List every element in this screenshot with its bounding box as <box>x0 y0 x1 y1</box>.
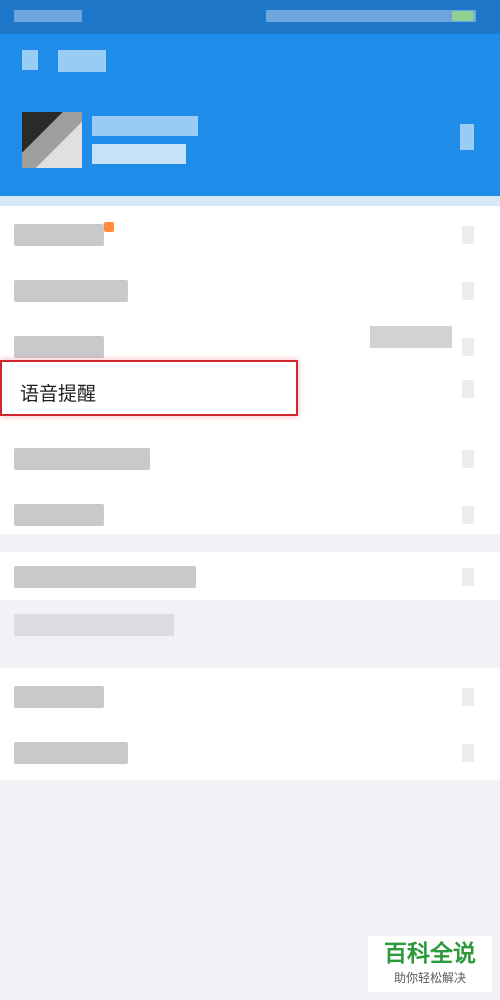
avatar[interactable] <box>22 112 82 168</box>
header-title-blurred <box>58 50 106 72</box>
chevron-right-icon <box>462 226 474 244</box>
settings-item[interactable] <box>0 724 500 780</box>
header-divider <box>0 196 500 206</box>
item-label-blurred <box>14 448 150 470</box>
chevron-right-icon <box>462 282 474 300</box>
item-label-blurred <box>14 686 104 708</box>
notification-dot <box>104 222 114 232</box>
settings-item[interactable] <box>0 668 500 724</box>
settings-item[interactable] <box>0 262 500 318</box>
battery-icon <box>452 11 474 21</box>
chevron-right-icon <box>462 688 474 706</box>
item-label-blurred <box>14 336 104 358</box>
profile-name-blurred <box>92 116 198 136</box>
profile-id-blurred <box>92 144 186 164</box>
chevron-right-icon <box>462 450 474 468</box>
chevron-right-icon <box>462 380 474 398</box>
group-footnote-blurred <box>14 614 174 636</box>
item-label-blurred <box>14 224 104 246</box>
settings-item[interactable] <box>0 430 500 486</box>
status-bar <box>0 0 500 34</box>
item-label-blurred <box>14 566 196 588</box>
settings-group-3 <box>0 668 500 780</box>
item-label-blurred <box>14 742 128 764</box>
status-time-blurred <box>14 10 82 22</box>
chevron-right-icon <box>462 568 474 586</box>
item-label-blurred <box>14 280 128 302</box>
chevron-right-icon <box>462 338 474 356</box>
chevron-right-icon[interactable] <box>460 124 474 150</box>
settings-item[interactable] <box>0 486 500 542</box>
profile-header <box>0 34 500 200</box>
item-label-blurred <box>14 504 104 526</box>
back-arrow-icon[interactable] <box>22 50 38 70</box>
voice-reminder-label: 语音提醒 <box>20 383 97 405</box>
watermark-logo: 百科全说 助你轻松解决 <box>368 936 492 992</box>
chevron-right-icon <box>462 506 474 524</box>
status-icons-blurred <box>266 10 476 22</box>
item-value-blurred <box>370 326 452 348</box>
settings-item[interactable] <box>0 552 500 600</box>
settings-group-2 <box>0 552 500 600</box>
chevron-right-icon <box>462 744 474 762</box>
settings-item[interactable] <box>0 206 500 262</box>
watermark-subtitle: 助你轻松解决 <box>393 971 466 985</box>
watermark-title: 百科全说 <box>384 941 476 967</box>
